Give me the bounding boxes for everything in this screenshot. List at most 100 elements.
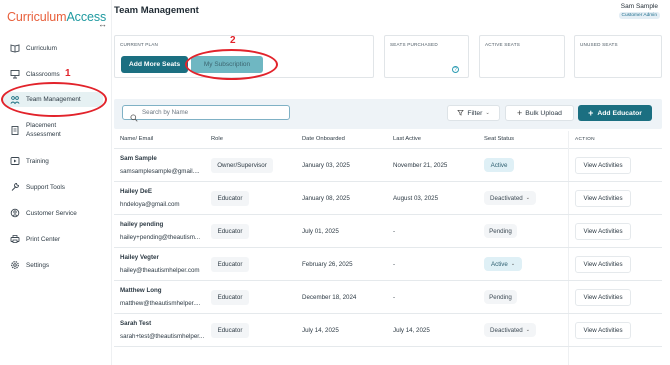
sidebar-item-label: Customer Service (26, 209, 77, 217)
sidebar-item-settings[interactable]: Settings (0, 259, 112, 271)
row-last-active: - (393, 228, 396, 235)
gear-icon (10, 260, 20, 270)
status-badge: Active (484, 158, 514, 172)
role-pill: Educator (211, 257, 249, 272)
chevron-down-icon: ⌄ (525, 195, 530, 201)
help-icon[interactable]: ? (452, 66, 459, 73)
table-row: Sam Sample samsamplesample@gmail.... Own… (114, 149, 662, 182)
row-name: Hailey Vegter (120, 254, 159, 261)
sidebar: CurriculumAccess ↔ Curriculum Classrooms… (0, 0, 112, 365)
row-email: samsamplesample@gmail.... (120, 168, 200, 175)
filter-label: Filter (467, 109, 483, 117)
sidebar-item-label: Training (26, 157, 49, 165)
plus-icon: + (588, 108, 594, 118)
row-email: hndeloya@gmail.com (120, 201, 180, 208)
table-row: Matthew Long matthew@theautismhelper....… (114, 281, 662, 314)
logo-part-curriculum: Curriculum (7, 10, 67, 24)
role-pill: Educator (211, 323, 249, 338)
role-pill: Educator (211, 224, 249, 239)
sidebar-item-customer-service[interactable]: Customer Service (0, 207, 112, 219)
status-dropdown[interactable]: Deactivated ⌄ (484, 191, 536, 205)
search-box[interactable] (122, 105, 290, 122)
status-label: Deactivated (490, 194, 523, 202)
active-seats-card: ACTIVE SEATS (479, 35, 565, 78)
table-toolbar: Filter ⌄ + Bulk Upload + Add Educator (114, 99, 662, 129)
view-activities-button[interactable]: View Activities (575, 223, 631, 240)
col-action: ACTION (575, 137, 595, 142)
user-name[interactable]: Sam Sample (621, 3, 658, 10)
chevron-down-icon: ⌄ (485, 110, 490, 116)
status-dropdown[interactable]: Deactivated ⌄ (484, 323, 536, 337)
row-email: matthew@theautismhelper.... (120, 300, 201, 307)
view-activities-button[interactable]: View Activities (575, 157, 631, 174)
annotation-number-2: 2 (230, 35, 236, 46)
unused-seats-card: UNUSED SEATS (574, 35, 662, 78)
chevron-down-icon: ⌄ (510, 261, 516, 267)
row-email: hailey@theautismhelper.com (120, 267, 200, 274)
sidebar-item-print-center[interactable]: Print Center (0, 233, 112, 245)
view-activities-button[interactable]: View Activities (575, 256, 631, 273)
sidebar-item-label: Settings (26, 261, 50, 269)
status-dropdown[interactable]: Active ⌄ (484, 257, 522, 271)
row-name: Hailey DeE (120, 188, 152, 195)
sidebar-item-placement-assessment[interactable]: Placement Assessment (0, 120, 112, 140)
view-activities-button[interactable]: View Activities (575, 190, 631, 207)
add-more-seats-button[interactable]: Add More Seats (121, 56, 188, 73)
sidebar-item-classrooms[interactable]: Classrooms (0, 68, 112, 80)
unused-seats-caption: UNUSED SEATS (580, 42, 618, 47)
row-name: hailey pending (120, 221, 164, 228)
collapse-sidebar-icon[interactable]: ↔ (98, 19, 107, 29)
filter-icon (457, 109, 465, 118)
status-label: Pending (489, 293, 512, 301)
col-name-email[interactable]: Name/ Email (120, 136, 153, 142)
book-icon (10, 43, 20, 53)
filter-button[interactable]: Filter ⌄ (447, 105, 500, 121)
row-last-active: - (393, 261, 396, 268)
row-date-onboarded: February 26, 2025 (302, 261, 353, 268)
sidebar-item-label: Classrooms (26, 70, 60, 78)
status-label: Active (490, 161, 508, 169)
table-row: hailey pending hailey+pending@theautism.… (114, 215, 662, 248)
sidebar-item-label: Print Center (26, 235, 61, 243)
row-email: hailey+pending@theautism... (120, 234, 201, 241)
bulk-upload-button[interactable]: + Bulk Upload (505, 105, 574, 121)
col-last-active[interactable]: Last Active (393, 136, 421, 142)
status-label: Deactivated (490, 326, 523, 334)
col-role[interactable]: Role (211, 136, 223, 142)
plus-icon: + (517, 108, 523, 118)
add-educator-label: Add Educator (597, 109, 642, 117)
table-row: Sarah Test sarah+test@theautismhelper...… (114, 314, 662, 347)
bulk-upload-label: Bulk Upload (525, 109, 562, 117)
row-name: Sam Sample (120, 155, 157, 162)
annotation-number-1: 1 (65, 68, 71, 79)
row-date-onboarded: July 14, 2025 (302, 327, 339, 334)
seats-purchased-caption: SEATS PURCHASED (390, 42, 438, 47)
annotation-circle-1 (1, 82, 107, 117)
role-pill: Owner/Supervisor (211, 158, 273, 173)
status-label: Active (490, 260, 508, 268)
search-input[interactable] (142, 107, 282, 118)
sidebar-item-curriculum[interactable]: Curriculum (0, 42, 112, 54)
row-last-active: - (393, 294, 396, 301)
clipboard-icon (10, 125, 20, 135)
col-seat-status[interactable]: Seat Status (484, 136, 514, 142)
row-date-onboarded: July 01, 2025 (302, 228, 339, 235)
sidebar-item-label: Placement Assessment (26, 122, 61, 138)
col-date-onboarded[interactable]: Date Onboarded (302, 136, 345, 142)
sidebar-item-training[interactable]: Training (0, 155, 112, 167)
view-activities-button[interactable]: View Activities (575, 289, 631, 306)
sidebar-item-label: Support Tools (26, 183, 65, 191)
support-icon (10, 208, 20, 218)
board-icon (10, 69, 20, 79)
printer-icon (10, 234, 20, 244)
status-badge: Pending (484, 224, 517, 238)
status-badge: Pending (484, 290, 517, 304)
table-row: Hailey DeE hndeloya@gmail.com Educator J… (114, 182, 662, 215)
sidebar-item-support-tools[interactable]: Support Tools (0, 181, 112, 193)
view-activities-button[interactable]: View Activities (575, 322, 631, 339)
search-icon (130, 109, 138, 122)
add-educator-button[interactable]: + Add Educator (578, 105, 652, 121)
tools-icon (10, 182, 20, 192)
app-logo[interactable]: CurriculumAccess (7, 10, 106, 24)
role-pill: Educator (211, 191, 249, 206)
